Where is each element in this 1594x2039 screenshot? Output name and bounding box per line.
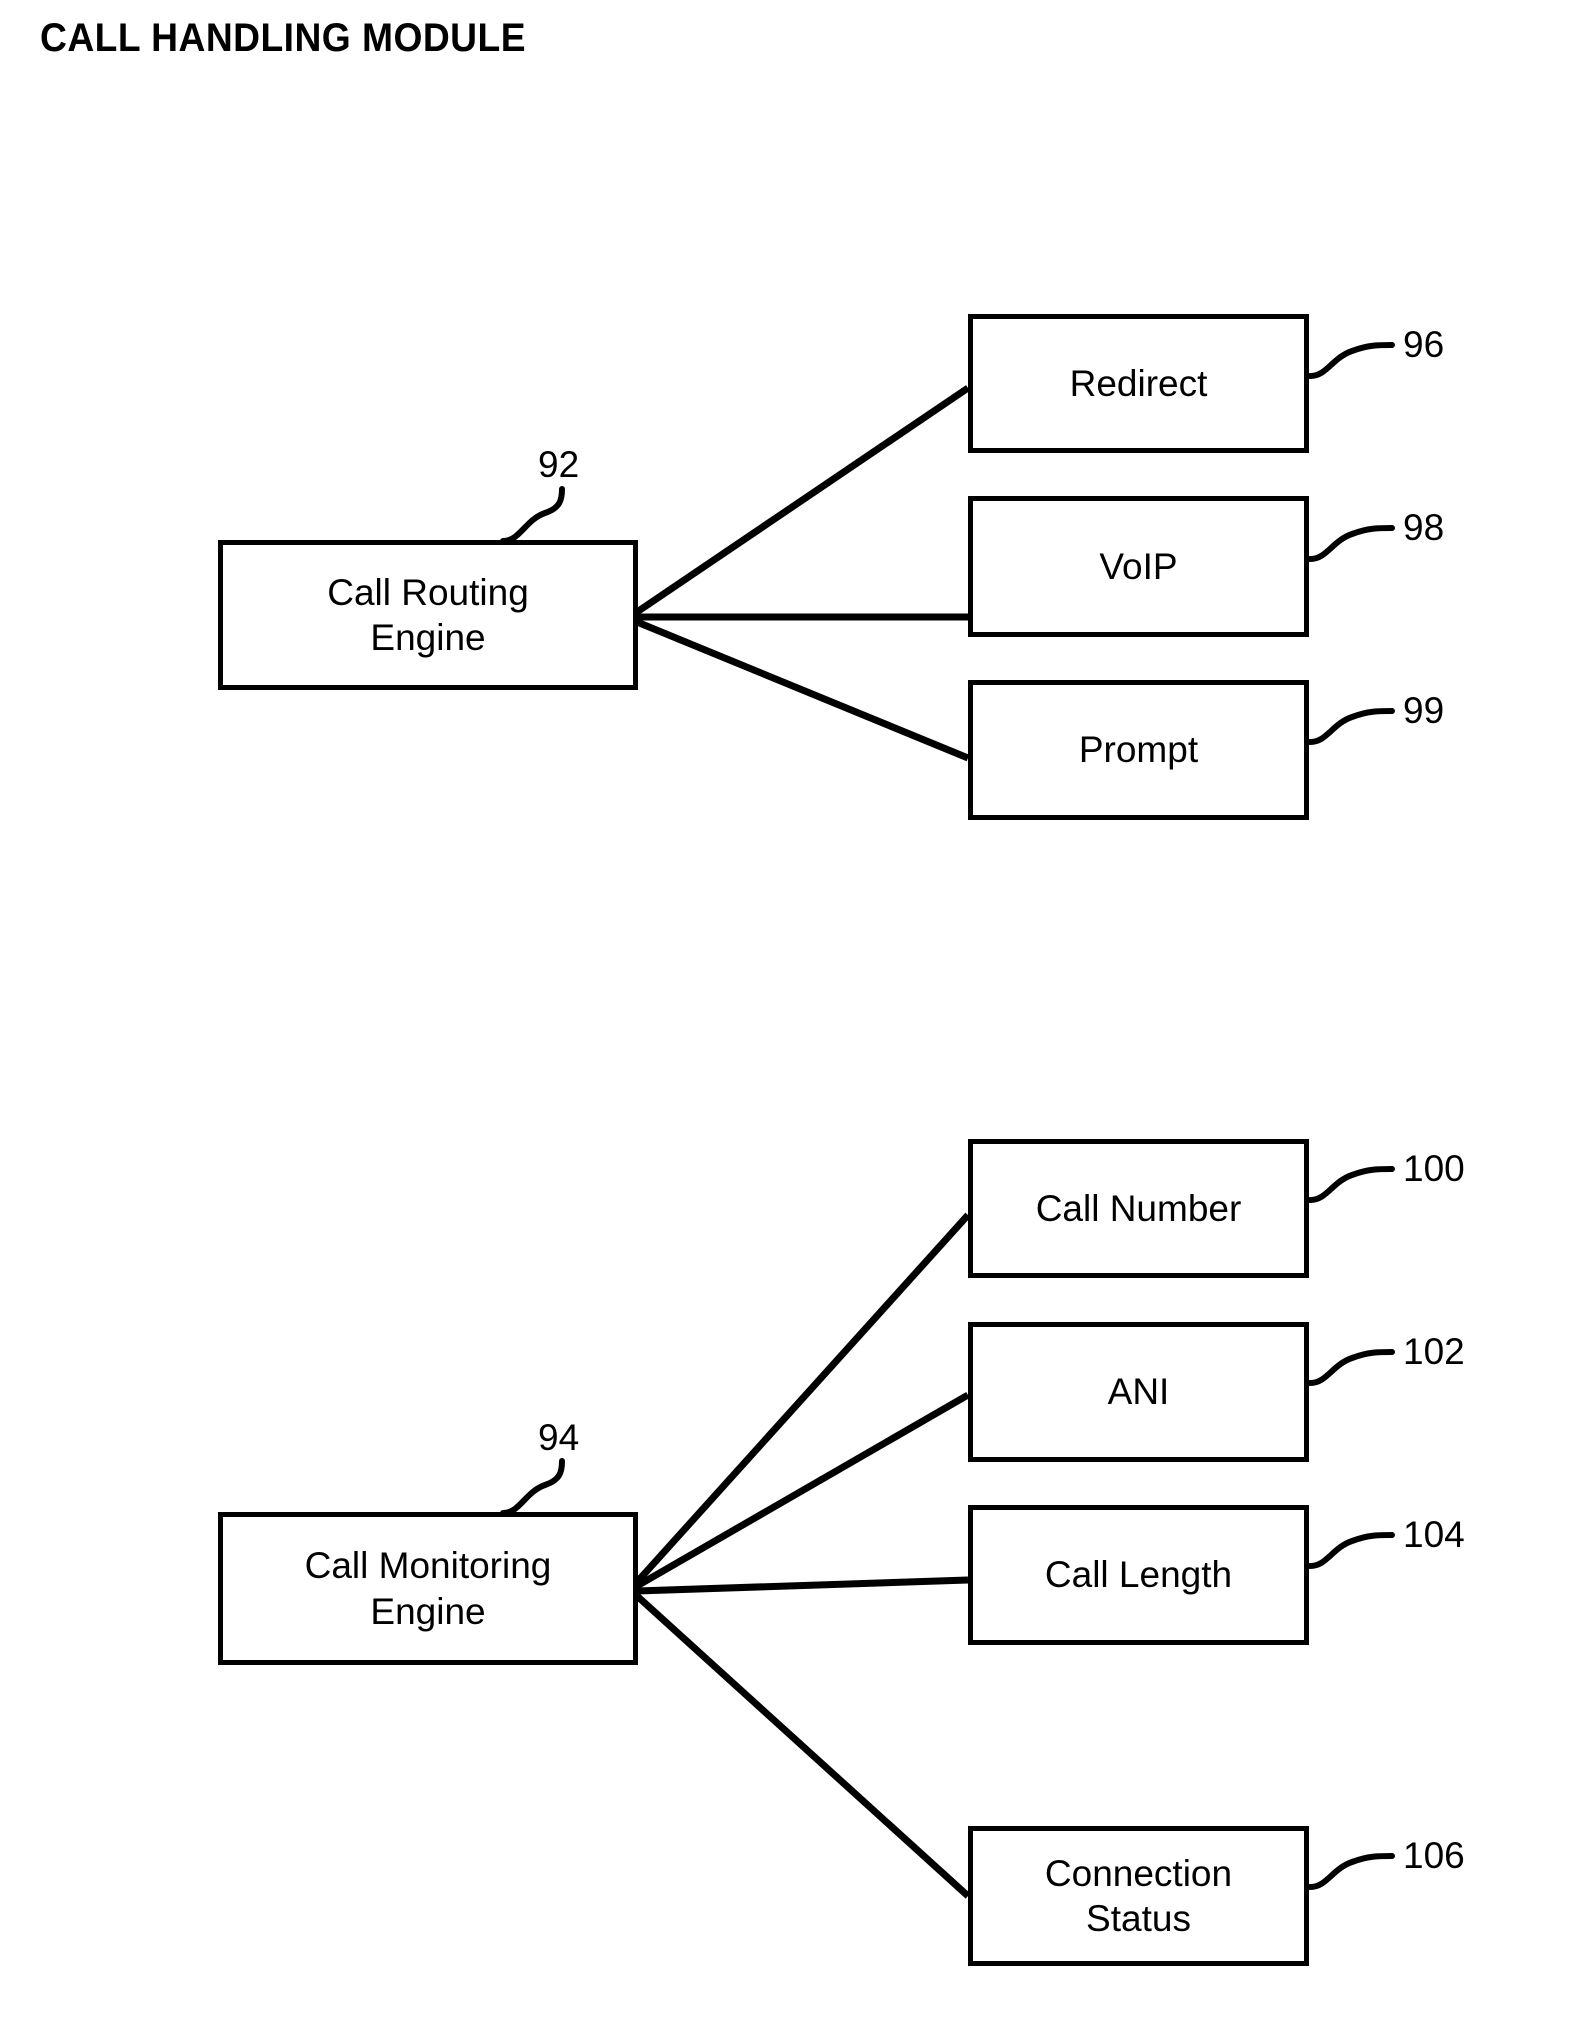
ref-numeral-98: 98 xyxy=(1403,507,1445,548)
node-call-routing-engine[interactable]: Call Routing Engine xyxy=(218,540,638,690)
node-voip[interactable]: VoIP xyxy=(968,496,1309,637)
node-call-length[interactable]: Call Length xyxy=(968,1505,1309,1645)
ref-numeral-106: 106 xyxy=(1403,1835,1465,1876)
leader-line-94 xyxy=(500,1458,565,1516)
node-label: ANI xyxy=(1107,1371,1170,1413)
node-prompt[interactable]: Prompt xyxy=(968,680,1309,820)
ref-numeral-92: 92 xyxy=(538,444,580,485)
connector-group-call-routing xyxy=(635,385,970,762)
leader-line-104 xyxy=(1307,1532,1395,1569)
figure-page: CALL HANDLING MODULE Call Routing Engine… xyxy=(0,0,1594,2039)
node-call-number[interactable]: Call Number xyxy=(968,1139,1309,1278)
connector-monitoring-to-connection-status xyxy=(634,1593,971,1899)
node-label-line2: Engine xyxy=(370,1590,486,1632)
node-label: Redirect xyxy=(1069,362,1208,404)
connector-routing-to-redirect xyxy=(635,385,970,615)
leader-line-106 xyxy=(1307,1853,1395,1890)
connector-monitoring-to-call-number xyxy=(634,1212,971,1585)
node-label: Call Length xyxy=(1044,1554,1233,1596)
ref-numeral-99: 99 xyxy=(1403,690,1445,731)
node-label-line2: Engine xyxy=(370,617,486,658)
ref-numeral-96: 96 xyxy=(1403,324,1445,365)
connector-monitoring-to-ani xyxy=(635,1391,970,1590)
node-label-line1: Call Monitoring xyxy=(304,1545,552,1587)
ref-numeral-94: 94 xyxy=(538,1417,580,1458)
node-label: Call Routing Engine xyxy=(327,570,529,660)
leader-line-92 xyxy=(500,486,565,544)
node-label-line1: Call Routing xyxy=(327,571,529,613)
ref-numeral-104: 104 xyxy=(1403,1514,1465,1555)
node-ani[interactable]: ANI xyxy=(968,1322,1309,1462)
node-label-line2: Status xyxy=(1086,1898,1191,1939)
leader-line-98 xyxy=(1307,525,1395,562)
node-connection-status[interactable]: Connection Status xyxy=(968,1826,1309,1966)
connector-group-call-monitoring xyxy=(634,1212,971,1899)
node-label: Call Monitoring Engine xyxy=(305,1543,552,1633)
connector-monitoring-to-call-length xyxy=(636,1576,969,1595)
node-label: Call Number xyxy=(1035,1187,1242,1229)
node-redirect[interactable]: Redirect xyxy=(968,314,1309,453)
leader-line-100 xyxy=(1307,1166,1395,1203)
leader-line-102 xyxy=(1307,1349,1395,1386)
connector-routing-to-prompt xyxy=(635,618,970,762)
ref-numeral-102: 102 xyxy=(1403,1331,1465,1372)
node-call-monitoring-engine[interactable]: Call Monitoring Engine xyxy=(218,1512,638,1665)
diagram-canvas xyxy=(500,342,1395,1899)
node-label: VoIP xyxy=(1099,545,1178,587)
node-label-line1: Connection xyxy=(1044,1852,1233,1894)
leader-line-96 xyxy=(1307,342,1395,379)
leader-line-99 xyxy=(1307,708,1395,745)
node-label: Prompt xyxy=(1078,729,1199,771)
ref-numeral-100: 100 xyxy=(1403,1148,1465,1189)
node-label: Connection Status xyxy=(1045,1851,1232,1941)
